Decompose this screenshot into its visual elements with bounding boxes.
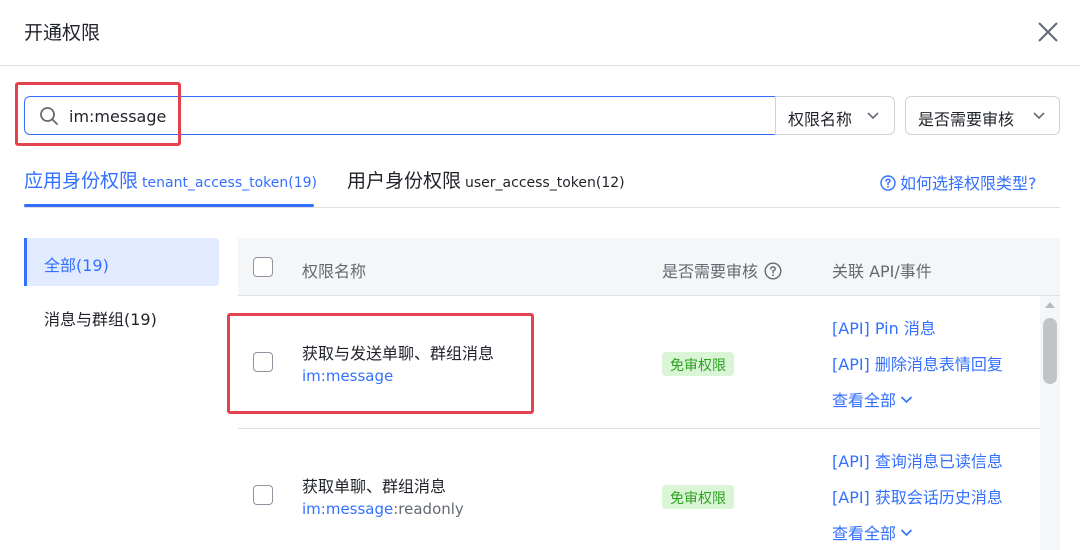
question-circle-icon (880, 175, 896, 191)
row-checkbox[interactable] (253, 352, 273, 372)
view-all-label: 查看全部 (832, 391, 897, 410)
status-badge: 免审权限 (662, 352, 734, 376)
search-icon (40, 107, 58, 125)
row-checkbox[interactable] (253, 485, 273, 505)
column-header-review: 是否需要审核 (662, 258, 782, 282)
chevron-down-icon (867, 112, 879, 120)
sidebar-item-messages-groups[interactable]: 消息与群组(19) (24, 292, 219, 340)
permission-type-tabs: 应用身份权限 tenant_access_token(19) 用户身份权限 user… (24, 150, 1060, 208)
close-button[interactable] (1034, 18, 1062, 46)
review-required-filter-label: 是否需要审核 (918, 110, 1015, 129)
table-row: 获取单聊、群组消息 im:message:readonly 免审权限 [API]… (238, 429, 1040, 550)
help-link-label: 如何选择权限类型? (900, 174, 1037, 193)
select-all-checkbox[interactable] (253, 257, 273, 277)
tab-user-permissions[interactable]: 用户身份权限 user_access_token(12) (347, 166, 625, 193)
table-header: 权限名称 是否需要审核 关联 API/事件 (238, 238, 1060, 296)
permission-name: 获取单聊、群组消息 (302, 477, 447, 496)
permission-name-filter[interactable]: 权限名称 (775, 96, 895, 135)
permission-code-link[interactable]: im:message (302, 367, 393, 385)
search-box (24, 96, 776, 135)
api-link[interactable]: [API] 查询消息已读信息 (832, 448, 1003, 472)
permission-code: im:message (302, 367, 393, 385)
chevron-down-icon (900, 529, 913, 537)
chevron-down-icon (1033, 112, 1045, 120)
dialog-title: 开通权限 (24, 22, 101, 44)
permission-code-link[interactable]: im:message (302, 500, 393, 518)
table-scrollbar[interactable] (1040, 296, 1060, 550)
permission-code: im:message:readonly (302, 500, 464, 518)
permission-name: 获取与发送单聊、群组消息 (302, 344, 495, 363)
chevron-down-icon (900, 396, 913, 404)
api-link[interactable]: [API] Pin 消息 (832, 315, 936, 339)
tab-label: 应用身份权限 (24, 170, 139, 192)
tab-sublabel: tenant_access_token(19) (142, 175, 317, 191)
sidebar-item-all[interactable]: 全部(19) (24, 238, 219, 286)
status-badge: 免审权限 (662, 485, 734, 509)
view-all-label: 查看全部 (832, 524, 897, 543)
column-header-name: 权限名称 (302, 262, 367, 281)
tab-sublabel: user_access_token(12) (465, 175, 625, 191)
scroll-thumb[interactable] (1043, 318, 1057, 384)
column-header-api: 关联 API/事件 (832, 262, 932, 281)
view-all-link[interactable]: 查看全部 (832, 520, 913, 544)
search-input[interactable] (69, 104, 749, 128)
table-row: 获取与发送单聊、群组消息 im:message 免审权限 [API] Pin 消… (238, 296, 1040, 429)
column-header-review-label: 是否需要审核 (662, 262, 759, 281)
scroll-up-icon[interactable] (1045, 302, 1055, 308)
tab-tenant-permissions[interactable]: 应用身份权限 tenant_access_token(19) (24, 166, 317, 193)
view-all-link[interactable]: 查看全部 (832, 387, 913, 411)
close-icon (1038, 22, 1058, 42)
active-tab-indicator (24, 204, 314, 207)
permission-code-suffix: :readonly (393, 500, 464, 518)
permission-name-filter-label: 权限名称 (788, 110, 853, 129)
review-required-filter[interactable]: 是否需要审核 (905, 96, 1060, 135)
api-link[interactable]: [API] 获取会话历史消息 (832, 484, 1003, 508)
dialog-header: 开通权限 (0, 0, 1080, 66)
help-link[interactable]: 如何选择权限类型? (880, 170, 1037, 194)
question-circle-icon[interactable] (764, 262, 782, 280)
api-link[interactable]: [API] 删除消息表情回复 (832, 351, 1003, 375)
tab-label: 用户身份权限 (347, 170, 462, 192)
